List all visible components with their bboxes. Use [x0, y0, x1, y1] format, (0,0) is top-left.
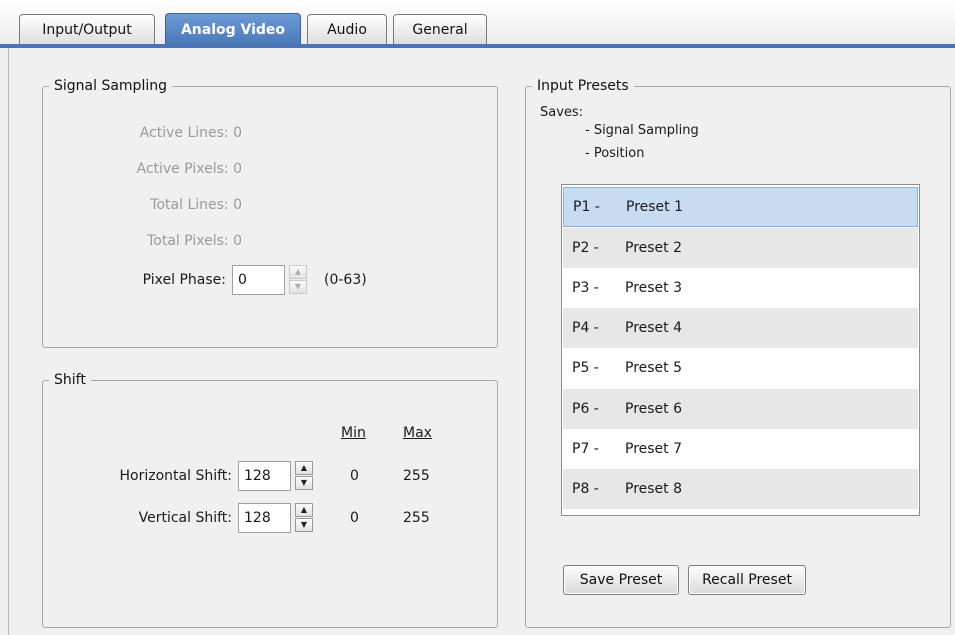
signal-sampling-title: Signal Sampling [49, 76, 172, 96]
preset-code: P7 - [572, 441, 599, 457]
vertical-shift-min: 0 [350, 510, 359, 526]
shift-title: Shift [49, 370, 91, 390]
preset-name: Preset 2 [625, 240, 683, 256]
saves-item-signal-sampling: - Signal Sampling [585, 123, 699, 138]
preset-name: Preset 3 [625, 280, 683, 296]
active-lines-label: Active Lines: 0 [139, 125, 242, 141]
input-presets-title: Input Presets [532, 76, 634, 96]
tab-input-output[interactable]: Input/Output [19, 14, 155, 44]
preset-name: Preset 4 [625, 320, 683, 336]
save-preset-button[interactable]: Save Preset [563, 565, 679, 595]
preset-code: P2 - [572, 240, 599, 256]
horizontal-shift-up-icon[interactable]: ▲ [295, 461, 313, 475]
vertical-shift-input[interactable]: 128 [238, 503, 291, 533]
preset-code: P6 - [572, 401, 599, 417]
list-item[interactable]: P6 - Preset 6 [563, 389, 918, 429]
preset-code: P4 - [572, 320, 599, 336]
preset-code: P3 - [572, 280, 599, 296]
list-item[interactable]: P7 - Preset 7 [563, 429, 918, 469]
tab-general[interactable]: General [393, 14, 487, 44]
list-item[interactable]: P2 - Preset 2 [563, 228, 918, 268]
recall-preset-button[interactable]: Recall Preset [688, 565, 806, 595]
tab-analog-video[interactable]: Analog Video [165, 13, 301, 45]
tab-underline [0, 44, 955, 48]
preset-code: P8 - [572, 481, 599, 497]
preset-name: Preset 8 [625, 481, 683, 497]
vertical-shift-max: 255 [403, 510, 430, 526]
list-item[interactable]: P5 - Preset 5 [563, 348, 918, 388]
list-item[interactable]: P4 - Preset 4 [563, 308, 918, 348]
list-item[interactable]: P1 - Preset 1 [563, 187, 918, 227]
saves-item-position: - Position [585, 146, 645, 161]
list-item[interactable]: P3 - Preset 3 [563, 268, 918, 308]
pixel-phase-stepper[interactable]: ▲ ▼ [289, 265, 307, 295]
horizontal-shift-max: 255 [403, 468, 430, 484]
preset-code: P1 - [573, 199, 600, 215]
pixel-phase-label: Pixel Phase: [142, 272, 226, 288]
min-header: Min [341, 425, 366, 441]
preset-name: Preset 6 [625, 401, 683, 417]
pixel-phase-up-icon[interactable]: ▲ [289, 265, 307, 279]
horizontal-shift-min: 0 [350, 468, 359, 484]
tab-bar: Input/Output Analog Video Audio General [0, 0, 955, 46]
preset-name: Preset 7 [625, 441, 683, 457]
tab-audio[interactable]: Audio [307, 14, 387, 44]
total-pixels-label: Total Pixels: 0 [147, 233, 242, 249]
total-lines-label: Total Lines: 0 [150, 197, 242, 213]
horizontal-shift-label: Horizontal Shift: [119, 468, 232, 484]
preset-name: Preset 1 [626, 199, 684, 215]
preset-list[interactable]: P1 - Preset 1 P2 - Preset 2 P3 - Preset … [561, 184, 920, 516]
horizontal-shift-input[interactable]: 128 [238, 461, 291, 491]
vertical-shift-up-icon[interactable]: ▲ [295, 503, 313, 517]
active-pixels-label: Active Pixels: 0 [136, 161, 242, 177]
saves-label: Saves: [540, 105, 584, 120]
pixel-phase-down-icon[interactable]: ▼ [289, 280, 307, 294]
preset-code: P5 - [572, 360, 599, 376]
horizontal-shift-stepper[interactable]: ▲ ▼ [295, 461, 313, 491]
vertical-shift-down-icon[interactable]: ▼ [295, 518, 313, 532]
horizontal-shift-down-icon[interactable]: ▼ [295, 476, 313, 490]
pixel-phase-range: (0-63) [324, 272, 367, 288]
max-header: Max [403, 425, 432, 441]
pixel-phase-input[interactable]: 0 [232, 265, 285, 295]
vertical-shift-label: Vertical Shift: [138, 510, 232, 526]
vertical-shift-stepper[interactable]: ▲ ▼ [295, 503, 313, 533]
panel-left-border [8, 48, 9, 635]
list-item[interactable]: P8 - Preset 8 [563, 469, 918, 509]
preset-name: Preset 5 [625, 360, 683, 376]
